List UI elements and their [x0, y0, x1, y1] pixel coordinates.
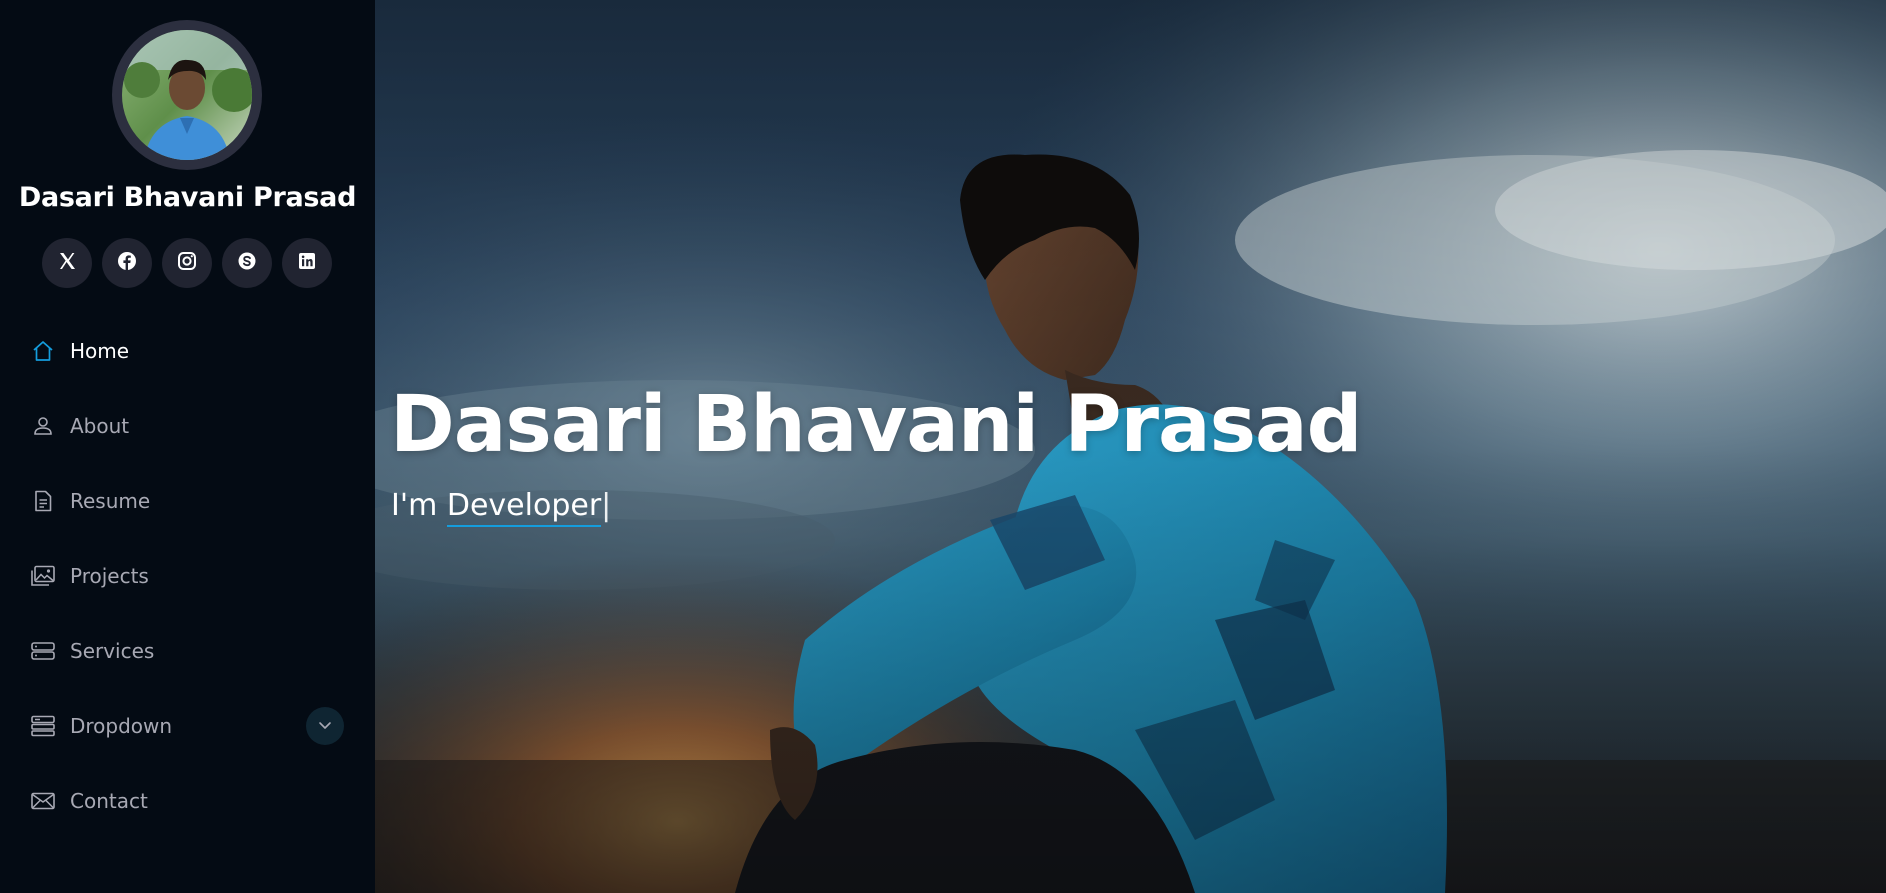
social-links	[42, 238, 332, 288]
main-nav: Home About Resume Projects Services Drop…	[0, 313, 375, 838]
nav-item-label: Services	[70, 638, 155, 663]
nav-item-resume[interactable]: Resume	[0, 463, 375, 538]
home-icon	[30, 338, 56, 364]
hero-section: Dasari Bhavani Prasad I'm Developer|	[375, 0, 1886, 893]
facebook-icon	[117, 251, 137, 275]
nav-item-label: About	[70, 413, 130, 438]
sidebar: Dasari Bhavani Prasad Home About Resume …	[0, 0, 375, 893]
x-twitter-icon	[57, 251, 77, 275]
nav-item-home[interactable]: Home	[0, 313, 375, 388]
hero-subtitle-prefix: I'm	[391, 488, 447, 523]
nav-item-services[interactable]: Services	[0, 613, 375, 688]
avatar	[122, 30, 252, 160]
nav-item-contact[interactable]: Contact	[0, 763, 375, 838]
typed-cursor: |	[601, 488, 612, 523]
facebook-link[interactable]	[102, 238, 152, 288]
chevron-down-icon	[317, 714, 333, 738]
linkedin-link[interactable]	[282, 238, 332, 288]
hdd-stack-icon	[30, 638, 56, 664]
skype-icon	[237, 251, 257, 275]
nav-item-label: Resume	[70, 488, 151, 513]
menu-stack-icon	[30, 713, 56, 739]
nav-item-projects[interactable]: Projects	[0, 538, 375, 613]
typed-role-text: Developer	[446, 488, 602, 527]
nav-item-label: Dropdown	[70, 713, 173, 738]
hero-title: Dasari Bhavani Prasad	[390, 380, 1362, 470]
nav-item-label: Home	[70, 338, 130, 363]
images-icon	[30, 563, 56, 589]
skype-link[interactable]	[222, 238, 272, 288]
nav-item-about[interactable]: About	[0, 388, 375, 463]
instagram-link[interactable]	[162, 238, 212, 288]
x-twitter-link[interactable]	[42, 238, 92, 288]
nav-item-dropdown[interactable]: Dropdown	[0, 688, 375, 763]
envelope-icon	[30, 788, 56, 814]
avatar-frame	[112, 20, 262, 170]
profile-name: Dasari Bhavani Prasad	[18, 182, 357, 213]
person-icon	[30, 413, 56, 439]
dropdown-toggle[interactable]	[306, 706, 344, 745]
hero-subtitle: I'm Developer|	[391, 488, 612, 527]
nav-item-label: Projects	[70, 563, 149, 588]
instagram-icon	[177, 251, 197, 275]
nav-item-label: Contact	[70, 788, 148, 813]
file-text-icon	[30, 488, 56, 514]
linkedin-icon	[297, 251, 317, 275]
page: Dasari Bhavani Prasad Home About Resume …	[0, 0, 1886, 893]
